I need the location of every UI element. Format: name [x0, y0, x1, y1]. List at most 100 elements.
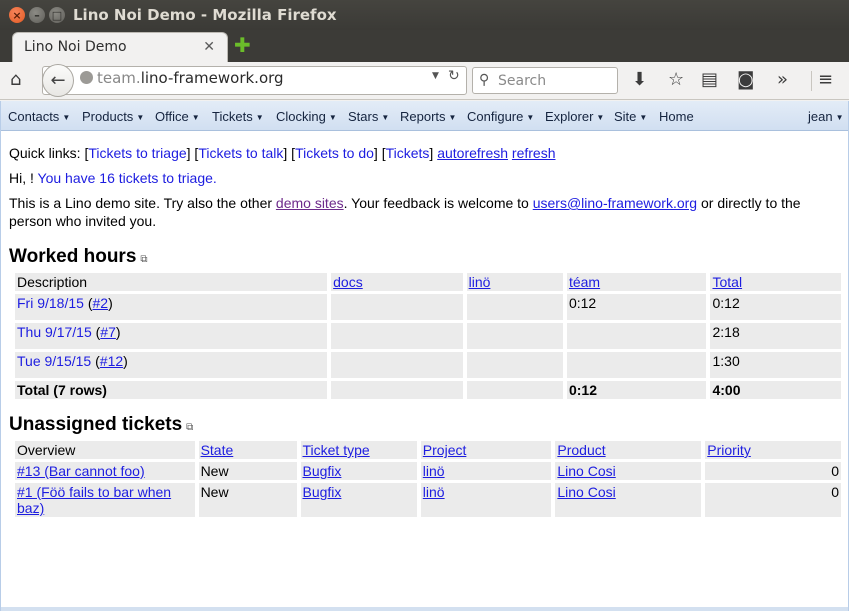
menu-tickets[interactable]: Tickets ▼: [212, 109, 264, 124]
menu-home[interactable]: Home: [659, 109, 694, 124]
url-text[interactable]: team.lino-framework.org: [97, 69, 284, 87]
link-tickets-to-triage[interactable]: Tickets to triage: [88, 145, 186, 161]
menu-clocking[interactable]: Clocking ▼: [276, 109, 337, 124]
link-demo-sites[interactable]: demo sites: [276, 195, 344, 211]
window-title: Lino Noi Demo - Mozilla Firefox: [73, 6, 337, 24]
back-button[interactable]: ←: [42, 64, 74, 97]
menu-products[interactable]: Products ▼: [82, 109, 144, 124]
row-ticket-link[interactable]: #12: [100, 353, 123, 369]
reload-icon[interactable]: ↻: [448, 68, 460, 84]
tab-close-icon[interactable]: ✕: [203, 39, 215, 55]
window-close-button[interactable]: ×: [9, 7, 25, 23]
link-triage-message[interactable]: You have 16 tickets to triage.: [38, 170, 217, 186]
worked-hours-heading: Worked hours ⧉: [9, 246, 148, 267]
chevron-down-icon: ▼: [255, 113, 264, 122]
external-link-icon[interactable]: ⧉: [186, 422, 193, 433]
link-tickets[interactable]: Tickets: [386, 145, 430, 161]
col-product[interactable]: Product: [555, 441, 702, 459]
row-ticket-link[interactable]: #7: [100, 324, 116, 340]
row-date-link[interactable]: Tue 9/15/15: [17, 353, 91, 369]
browser-tab[interactable]: Lino Noi Demo ✕: [12, 32, 228, 63]
menu-reports[interactable]: Reports ▼: [400, 109, 456, 124]
url-dropdown-icon[interactable]: ▼: [432, 71, 439, 81]
col-lino[interactable]: linö: [466, 273, 563, 291]
chevron-down-icon: ▼: [448, 113, 457, 122]
hamburger-menu-icon[interactable]: ≡: [818, 70, 833, 90]
col-team[interactable]: téam: [566, 273, 707, 291]
table-row: Thu 9/17/15 (#7) 2:18: [15, 323, 841, 349]
web-page: Contacts ▼ Products ▼ Office ▼ Tickets ▼ Clo…: [0, 101, 849, 611]
chevron-down-icon: ▼: [526, 113, 535, 122]
product-link[interactable]: Lino Cosi: [557, 463, 615, 479]
chevron-down-icon: ▼: [381, 113, 390, 122]
total-row: Total (7 rows) 0:12 4:00: [15, 381, 841, 399]
chevron-down-icon: ▼: [191, 113, 200, 122]
chevron-down-icon: ▼: [835, 113, 844, 122]
url-host-prefix: team.: [97, 69, 141, 87]
quick-links: Quick links: [Tickets to triage] [Ticket…: [9, 145, 556, 161]
link-refresh[interactable]: refresh: [512, 145, 556, 161]
project-link[interactable]: linö: [423, 463, 445, 479]
ticket-link[interactable]: #1 (Föö fails to bar when baz): [17, 484, 171, 516]
link-email[interactable]: users@lino-framework.org: [533, 195, 697, 211]
unassigned-tickets-heading: Unassigned tickets ⧉: [9, 414, 194, 435]
greeting: Hi, ! You have 16 tickets to triage.: [9, 170, 217, 186]
chevron-down-icon: ▼: [596, 113, 605, 122]
link-tickets-to-do[interactable]: Tickets to do: [295, 145, 374, 161]
window-minimize-button[interactable]: –: [29, 7, 45, 23]
col-state[interactable]: State: [198, 441, 297, 459]
table-header-row: Description docs linö téam Total: [15, 273, 841, 291]
menu-user[interactable]: jean ▼: [808, 109, 844, 124]
chevron-down-icon: ▼: [639, 113, 648, 122]
table-row: Tue 9/15/15 (#12) 1:30: [15, 352, 841, 378]
url-host: lino-framework.org: [140, 69, 284, 87]
search-placeholder: Search: [498, 73, 547, 89]
project-link[interactable]: linö: [423, 484, 445, 500]
row-ticket-link[interactable]: #2: [93, 295, 109, 311]
external-link-icon[interactable]: ⧉: [140, 254, 147, 265]
menu-site[interactable]: Site ▼: [614, 109, 647, 124]
download-icon[interactable]: ⬇: [632, 70, 647, 90]
ticket-link[interactable]: #13 (Bar cannot foo): [17, 463, 145, 479]
chevron-down-icon: ▼: [136, 113, 145, 122]
col-total[interactable]: Total: [710, 273, 841, 291]
site-info-icon[interactable]: [80, 71, 93, 84]
page-bottom-border: [1, 607, 848, 611]
new-tab-icon[interactable]: ✚: [234, 35, 251, 55]
ticket-type-link[interactable]: Bugfix: [303, 463, 342, 479]
nav-toolbar: ⌂ ← team.lino-framework.org ▼ ↻ ⚲ Search…: [0, 62, 849, 100]
ticket-type-link[interactable]: Bugfix: [303, 484, 342, 500]
unassigned-tickets-table: Overview State Ticket type Project Produ…: [11, 438, 845, 520]
col-docs[interactable]: docs: [331, 273, 463, 291]
col-project[interactable]: Project: [420, 441, 552, 459]
search-bar[interactable]: ⚲ Search: [472, 67, 618, 94]
tab-strip: Lino Noi Demo ✕ ✚: [0, 30, 849, 63]
worked-hours-table: Description docs linö téam Total Fri 9/1…: [11, 270, 845, 402]
window-maximize-button[interactable]: □: [49, 7, 65, 23]
menu-stars[interactable]: Stars ▼: [348, 109, 389, 124]
menu-contacts[interactable]: Contacts ▼: [8, 109, 70, 124]
link-tickets-to-talk[interactable]: Tickets to talk: [198, 145, 283, 161]
overflow-menu-icon[interactable]: »: [777, 70, 788, 90]
tab-title: Lino Noi Demo: [24, 39, 127, 55]
bookmark-star-icon[interactable]: ☆: [668, 70, 684, 90]
menu-configure[interactable]: Configure ▼: [467, 109, 534, 124]
search-icon: ⚲: [479, 72, 490, 88]
product-link[interactable]: Lino Cosi: [557, 484, 615, 500]
pocket-icon[interactable]: ◙: [737, 70, 754, 90]
menu-office[interactable]: Office ▼: [155, 109, 200, 124]
row-date-link[interactable]: Thu 9/17/15: [17, 324, 92, 340]
row-date-link[interactable]: Fri 9/18/15: [17, 295, 84, 311]
menu-explorer[interactable]: Explorer ▼: [545, 109, 604, 124]
chevron-down-icon: ▼: [328, 113, 337, 122]
intro-text: This is a Lino demo site. Try also the o…: [9, 195, 801, 211]
link-autorefresh[interactable]: autorefresh: [437, 145, 508, 161]
col-priority[interactable]: Priority: [705, 441, 841, 459]
col-ticket-type[interactable]: Ticket type: [300, 441, 417, 459]
bookmarks-list-icon[interactable]: ▤: [701, 70, 718, 90]
chevron-down-icon: ▼: [62, 113, 71, 122]
toolbar-separator: [811, 71, 812, 91]
home-icon[interactable]: ⌂: [10, 70, 21, 90]
col-overview: Overview: [15, 441, 195, 459]
window-titlebar: × – □ Lino Noi Demo - Mozilla Firefox: [0, 0, 849, 30]
